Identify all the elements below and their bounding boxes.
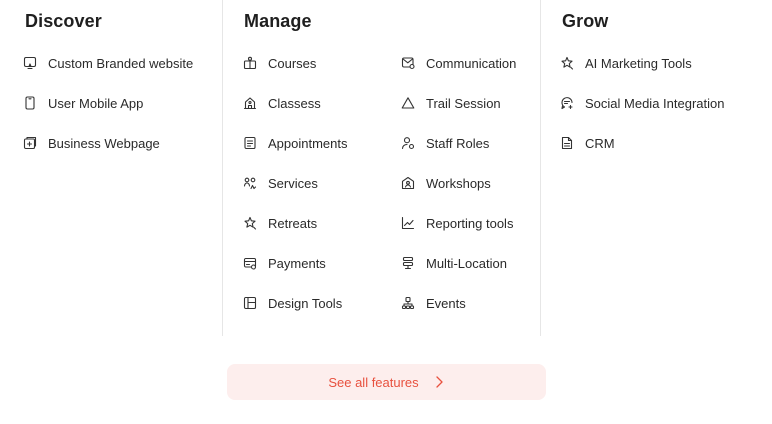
menu-item-business-webpage[interactable]: Business Webpage — [23, 133, 160, 153]
menu-item-custom-branded-website[interactable]: Custom Branded website — [23, 53, 193, 73]
monitor-icon — [23, 56, 37, 70]
grow-column: Grow AI Marketing Tools Social Media Int… — [540, 0, 772, 336]
menu-item-label: Reporting tools — [426, 215, 514, 231]
menu-item-user-mobile-app[interactable]: User Mobile App — [23, 93, 143, 113]
menu-item-workshops[interactable]: Workshops — [401, 173, 491, 193]
chevron-right-icon — [433, 375, 445, 389]
menu-item-ai-marketing-tools[interactable]: AI Marketing Tools — [560, 53, 692, 73]
menu-item-label: AI Marketing Tools — [585, 55, 692, 71]
menu-item-label: Trail Session — [426, 95, 501, 111]
menu-item-classess[interactable]: Classess — [243, 93, 321, 113]
menu-item-label: Workshops — [426, 175, 491, 191]
multi-location-icon — [401, 256, 415, 270]
mobile-icon — [23, 96, 37, 110]
manage-column: Manage Courses Classess Appointments Ser… — [222, 0, 541, 336]
reporting-icon — [401, 216, 415, 230]
payments-icon — [243, 256, 257, 270]
appointments-icon — [243, 136, 257, 150]
document-icon — [560, 136, 574, 150]
menu-item-label: CRM — [585, 135, 615, 151]
social-icon — [560, 96, 574, 110]
manage-title: Manage — [244, 11, 312, 31]
classes-icon — [243, 96, 257, 110]
menu-item-label: Events — [426, 295, 466, 311]
menu-item-social-media-integration[interactable]: Social Media Integration — [560, 93, 724, 113]
menu-item-label: Custom Branded website — [48, 55, 194, 71]
staff-roles-icon — [401, 136, 415, 150]
menu-item-label: Services — [268, 175, 318, 191]
menu-item-staff-roles[interactable]: Staff Roles — [401, 133, 489, 153]
menu-item-courses[interactable]: Courses — [243, 53, 316, 73]
menu-item-label: Appointments — [268, 135, 348, 151]
menu-item-label: Retreats — [268, 215, 318, 231]
menu-item-design-tools[interactable]: Design Tools — [243, 293, 342, 313]
menu-item-label: Business Webpage — [48, 135, 160, 151]
sparkle-icon — [560, 56, 574, 70]
menu-item-label: Classess — [268, 95, 321, 111]
trail-session-icon — [401, 96, 415, 110]
see-all-label: See all features — [328, 374, 419, 390]
events-icon — [401, 296, 415, 310]
menu-item-services[interactable]: Services — [243, 173, 318, 193]
menu-item-label: Courses — [268, 55, 317, 71]
menu-item-label: Social Media Integration — [585, 95, 725, 111]
retreats-icon — [243, 216, 257, 230]
menu-item-multi-location[interactable]: Multi-Location — [401, 253, 507, 273]
menu-item-label: Communication — [426, 55, 517, 71]
menu-item-retreats[interactable]: Retreats — [243, 213, 317, 233]
menu-item-reporting-tools[interactable]: Reporting tools — [401, 213, 513, 233]
webpage-icon — [23, 136, 37, 150]
menu-item-label: User Mobile App — [48, 95, 144, 111]
see-all-features-button[interactable]: See all features — [227, 364, 546, 400]
workshops-icon — [401, 176, 415, 190]
communication-icon — [401, 56, 415, 70]
menu-item-trail-session[interactable]: Trail Session — [401, 93, 501, 113]
menu-item-crm[interactable]: CRM — [560, 133, 615, 153]
menu-item-label: Staff Roles — [426, 135, 490, 151]
menu-item-label: Multi-Location — [426, 255, 507, 271]
discover-title: Discover — [25, 11, 102, 31]
menu-item-events[interactable]: Events — [401, 293, 466, 313]
menu-item-label: Design Tools — [268, 295, 343, 311]
discover-column: Discover Custom Branded website User Mob… — [0, 0, 222, 336]
menu-item-communication[interactable]: Communication — [401, 53, 516, 73]
services-icon — [243, 176, 257, 190]
courses-icon — [243, 56, 257, 70]
menu-item-appointments[interactable]: Appointments — [243, 133, 348, 153]
menu-item-payments[interactable]: Payments — [243, 253, 326, 273]
menu-item-label: Payments — [268, 255, 326, 271]
grow-title: Grow — [562, 11, 609, 31]
design-tools-icon — [243, 296, 257, 310]
